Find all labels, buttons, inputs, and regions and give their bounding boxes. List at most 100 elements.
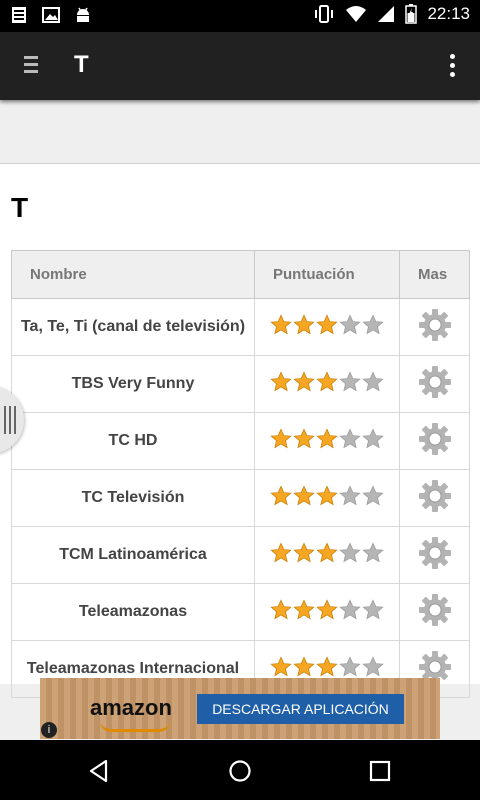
star-empty-icon xyxy=(362,370,384,391)
app-title: T xyxy=(74,51,89,78)
more-cell xyxy=(399,412,470,470)
rating-cell xyxy=(254,412,400,470)
star-empty-icon xyxy=(362,427,384,448)
star-filled-icon xyxy=(293,541,315,562)
column-header-rating: Puntuación xyxy=(254,250,400,299)
star-filled-icon xyxy=(270,370,292,391)
star-filled-icon xyxy=(270,484,292,505)
star-empty-icon xyxy=(339,655,361,676)
more-cell xyxy=(399,298,470,356)
rating-cell xyxy=(254,355,400,413)
star-filled-icon xyxy=(293,313,315,334)
overflow-menu-icon[interactable] xyxy=(450,54,456,78)
more-cell xyxy=(399,526,470,584)
app-bar: T xyxy=(0,32,480,100)
channel-table: Nombre Puntuación Mas Ta, Te, Ti (canal … xyxy=(11,250,470,698)
content-card: T Nombre Puntuación Mas Ta, Te, Ti (cana… xyxy=(0,163,480,698)
star-filled-icon xyxy=(316,484,338,505)
star-filled-icon xyxy=(316,655,338,676)
ad-brand-logo: amazon xyxy=(90,695,172,720)
ad-info-icon[interactable]: i xyxy=(41,722,57,738)
star-filled-icon xyxy=(293,484,315,505)
channel-name: Ta, Te, Ti (canal de televisión) xyxy=(11,298,255,356)
star-empty-icon xyxy=(362,541,384,562)
gear-icon[interactable] xyxy=(418,308,452,342)
wifi-icon xyxy=(346,6,367,22)
notes-icon xyxy=(12,7,26,23)
table-row[interactable]: TCM Latinoamérica xyxy=(11,526,470,584)
star-filled-icon xyxy=(316,541,338,562)
gear-icon[interactable] xyxy=(418,422,452,456)
table-row[interactable]: TC Televisión xyxy=(11,469,470,527)
star-empty-icon xyxy=(339,541,361,562)
signal-icon xyxy=(378,6,395,22)
star-filled-icon xyxy=(270,313,292,334)
ad-banner[interactable]: amazon DESCARGAR APLICACIÓN i xyxy=(40,678,440,739)
channel-name: TCM Latinoamérica xyxy=(11,526,255,584)
table-row[interactable]: TBS Very Funny xyxy=(11,355,470,413)
channel-name: TBS Very Funny xyxy=(11,355,255,413)
star-filled-icon xyxy=(293,427,315,448)
download-app-button[interactable]: DESCARGAR APLICACIÓN xyxy=(197,694,404,724)
channel-name: Teleamazonas xyxy=(11,583,255,641)
gear-icon[interactable] xyxy=(418,479,452,513)
star-filled-icon xyxy=(270,541,292,562)
star-filled-icon xyxy=(316,313,338,334)
star-rating xyxy=(270,655,384,678)
star-empty-icon xyxy=(339,313,361,334)
image-icon xyxy=(42,7,60,23)
star-rating xyxy=(270,484,384,507)
star-rating xyxy=(270,370,384,393)
star-empty-icon xyxy=(362,655,384,676)
star-filled-icon xyxy=(270,427,292,448)
section-title: T xyxy=(11,192,29,223)
more-cell xyxy=(399,469,470,527)
rating-cell xyxy=(254,298,400,356)
menu-icon[interactable] xyxy=(24,56,38,76)
gear-icon[interactable] xyxy=(418,536,452,570)
battery-icon xyxy=(405,4,418,24)
recents-icon[interactable] xyxy=(367,758,393,784)
table-row[interactable]: TC HD xyxy=(11,412,470,470)
home-icon[interactable] xyxy=(227,758,253,784)
star-empty-icon xyxy=(362,313,384,334)
star-filled-icon xyxy=(293,598,315,619)
star-empty-icon xyxy=(339,484,361,505)
navigation-bar xyxy=(0,740,480,800)
gear-icon[interactable] xyxy=(418,365,452,399)
back-icon[interactable] xyxy=(86,758,112,784)
channel-name: TC Televisión xyxy=(11,469,255,527)
star-filled-icon xyxy=(270,598,292,619)
status-bar: 22:13 xyxy=(0,0,480,32)
channel-name: TC HD xyxy=(11,412,255,470)
clock: 22:13 xyxy=(427,4,470,23)
star-filled-icon xyxy=(293,370,315,391)
table-row[interactable]: Teleamazonas xyxy=(11,583,470,641)
more-cell xyxy=(399,355,470,413)
vibrate-icon xyxy=(315,5,334,23)
star-filled-icon xyxy=(293,655,315,676)
star-filled-icon xyxy=(316,370,338,391)
rating-cell xyxy=(254,526,400,584)
star-empty-icon xyxy=(362,598,384,619)
column-header-more: Mas xyxy=(399,250,470,299)
column-header-name: Nombre xyxy=(11,250,255,299)
star-filled-icon xyxy=(316,427,338,448)
star-rating xyxy=(270,598,384,621)
star-empty-icon xyxy=(362,484,384,505)
star-rating xyxy=(270,427,384,450)
rating-cell xyxy=(254,469,400,527)
rating-cell xyxy=(254,583,400,641)
table-row[interactable]: Ta, Te, Ti (canal de televisión) xyxy=(11,298,470,356)
star-empty-icon xyxy=(339,370,361,391)
amazon-smile-icon xyxy=(100,721,170,732)
star-empty-icon xyxy=(339,427,361,448)
more-cell xyxy=(399,583,470,641)
star-empty-icon xyxy=(339,598,361,619)
star-filled-icon xyxy=(270,655,292,676)
gear-icon[interactable] xyxy=(418,593,452,627)
star-rating xyxy=(270,541,384,564)
star-filled-icon xyxy=(316,598,338,619)
android-icon xyxy=(77,7,89,22)
star-rating xyxy=(270,313,384,336)
